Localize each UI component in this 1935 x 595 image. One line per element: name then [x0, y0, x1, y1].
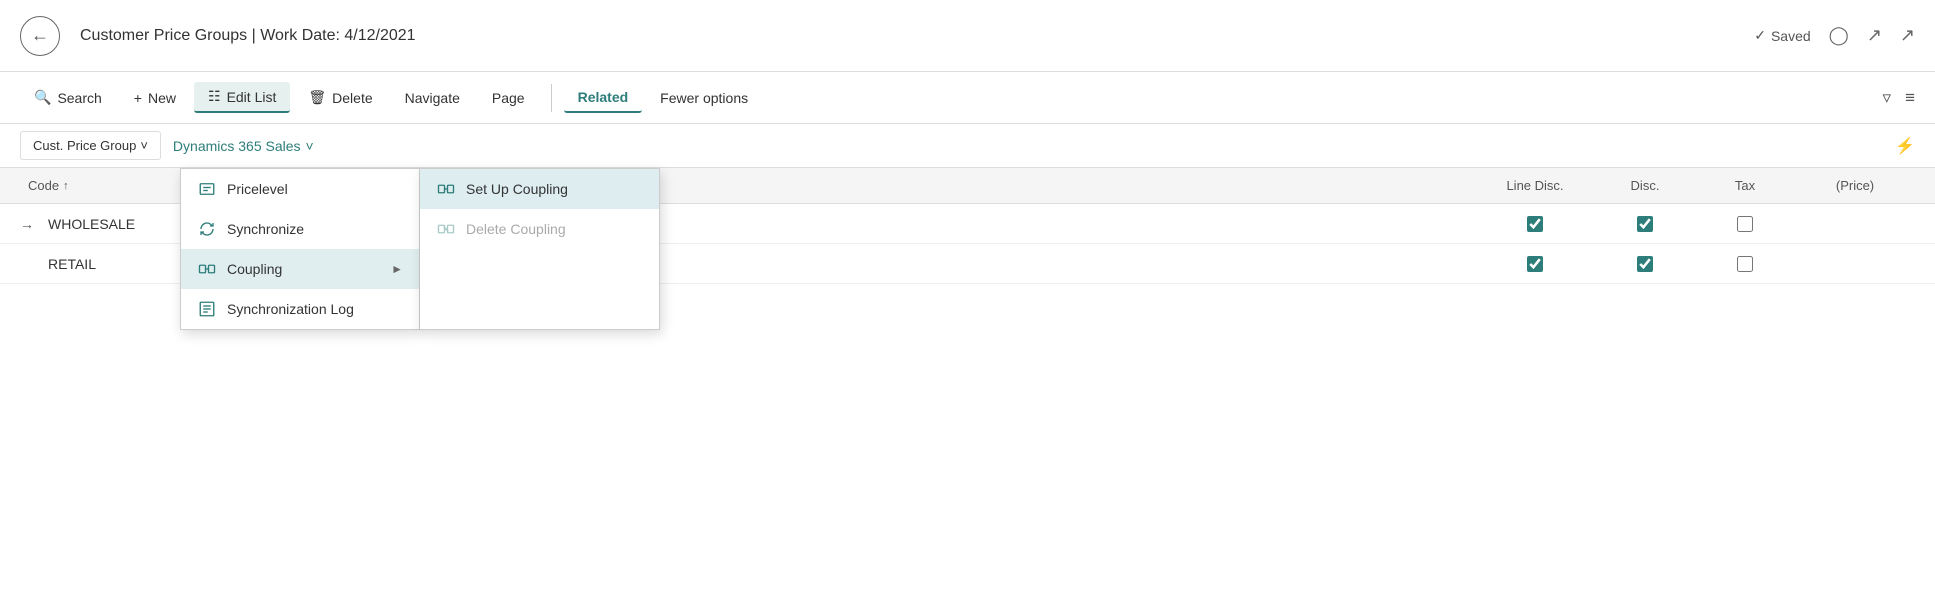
disc-check-2[interactable] — [1637, 256, 1653, 272]
submenu: Set Up Coupling Delete Coupling — [420, 168, 660, 330]
toolbar-separator — [551, 84, 552, 112]
saved-label: Saved — [1771, 28, 1811, 44]
col-linedisc-label: Line Disc. — [1506, 178, 1563, 193]
new-button[interactable]: + New — [120, 84, 190, 112]
dropdown-container: Pricelevel Synchronize Coupling ► — [180, 168, 660, 330]
col-header-tax: Tax — [1695, 178, 1795, 193]
header-actions: ✓ Saved ◯ ↗ ↗ — [1754, 25, 1915, 46]
coupling-label: Coupling — [227, 261, 282, 277]
check-icon: ✓ — [1754, 27, 1766, 44]
pricelevel-icon — [197, 179, 217, 199]
delete-coupling-icon — [436, 219, 456, 239]
dynamics-label: Dynamics 365 Sales — [173, 138, 301, 154]
delete-button[interactable]: 🗑 Delete — [294, 83, 386, 112]
col-price-label: (Price) — [1836, 178, 1874, 193]
fewer-options-label: Fewer options — [660, 90, 748, 106]
related-button[interactable]: Related — [564, 83, 643, 113]
disc-check-1[interactable] — [1637, 216, 1653, 232]
col-header-disc: Disc. — [1595, 178, 1695, 193]
coupling-item[interactable]: Coupling ► — [181, 249, 419, 289]
navigate-button[interactable]: Navigate — [391, 84, 474, 112]
delete-label: Delete — [332, 90, 372, 106]
list-icon-button[interactable]: ≡ — [1905, 88, 1915, 108]
synchronize-item[interactable]: Synchronize — [181, 209, 419, 249]
page-button[interactable]: Page — [478, 84, 539, 112]
coupling-icon — [197, 259, 217, 279]
row-disc-checkbox[interactable] — [1595, 216, 1695, 232]
edit-list-label: Edit List — [227, 89, 277, 105]
back-button[interactable]: ← — [20, 16, 60, 56]
pricelevel-label: Pricelevel — [227, 181, 288, 197]
setup-coupling-icon — [436, 179, 456, 199]
related-label: Related — [578, 89, 629, 105]
sync-log-icon — [197, 299, 217, 319]
search-button[interactable]: 🔍 Search — [20, 83, 116, 112]
page-title: Customer Price Groups | Work Date: 4/12/… — [80, 27, 1754, 45]
expand-button[interactable]: ↗ — [1900, 25, 1915, 46]
col-header-linedisc: Line Disc. — [1475, 178, 1595, 193]
edit-list-button[interactable]: ☷ Edit List — [194, 82, 290, 113]
synchronize-icon — [197, 219, 217, 239]
search-icon: 🔍 — [34, 89, 51, 106]
tax-check-2[interactable] — [1737, 256, 1753, 272]
navigate-label: Navigate — [405, 90, 460, 106]
main-dropdown: Pricelevel Synchronize Coupling ► — [180, 168, 420, 330]
pricelevel-item[interactable]: Pricelevel — [181, 169, 419, 209]
chevron-down-icon-2: ˅ — [306, 138, 314, 154]
bookmark-button[interactable]: ◯ — [1829, 25, 1849, 46]
col-code-label: Code — [28, 178, 59, 193]
setup-coupling-item[interactable]: Set Up Coupling — [420, 169, 659, 209]
filter-icon-button[interactable]: ▿ — [1883, 88, 1892, 108]
synchronize-label: Synchronize — [227, 221, 304, 237]
header: ← Customer Price Groups | Work Date: 4/1… — [0, 0, 1935, 72]
dynamics-365-sales-dropdown[interactable]: Dynamics 365 Sales ˅ — [161, 132, 326, 160]
col-headers-bar: Cust. Price Group ˅ Dynamics 365 Sales ˅… — [0, 124, 1935, 168]
col-disc-label: Disc. — [1631, 178, 1660, 193]
tax-check-1[interactable] — [1737, 216, 1753, 232]
sync-log-label: Synchronization Log — [227, 301, 354, 317]
linedisc-check-2[interactable] — [1527, 256, 1543, 272]
page-label: Page — [492, 90, 525, 106]
cust-price-group-dropdown[interactable]: Cust. Price Group ˅ — [20, 131, 161, 160]
new-label: New — [148, 90, 176, 106]
delete-icon: 🗑 — [308, 89, 326, 106]
row-arrow: → — [20, 216, 40, 232]
row-linedisc-checkbox-2[interactable] — [1475, 256, 1595, 272]
saved-status: ✓ Saved — [1754, 27, 1810, 44]
delete-coupling-label: Delete Coupling — [466, 221, 566, 237]
fewer-options-button[interactable]: Fewer options — [646, 84, 762, 112]
row-tax-checkbox-2[interactable] — [1695, 256, 1795, 272]
setup-coupling-label: Set Up Coupling — [466, 181, 568, 197]
plus-icon: + — [134, 90, 142, 106]
chevron-down-icon: ˅ — [140, 138, 148, 153]
col-tax-label: Tax — [1735, 178, 1755, 193]
linedisc-check-1[interactable] — [1527, 216, 1543, 232]
submenu-arrow-icon: ► — [391, 262, 403, 276]
back-icon: ← — [31, 25, 49, 46]
edit-list-icon: ☷ — [208, 88, 221, 105]
delete-coupling-item[interactable]: Delete Coupling — [420, 209, 659, 249]
toolbar: 🔍 Search + New ☷ Edit List 🗑 Delete Navi… — [0, 72, 1935, 124]
sort-up-icon: ↑ — [63, 180, 69, 192]
row-disc-checkbox-2[interactable] — [1595, 256, 1695, 272]
pin-icon[interactable]: ⚡ — [1895, 136, 1915, 156]
toolbar-right-icons: ▿ ≡ — [1883, 88, 1915, 108]
cust-price-group-label: Cust. Price Group — [33, 138, 136, 153]
row-tax-checkbox[interactable] — [1695, 216, 1795, 232]
col-header-price: (Price) — [1795, 178, 1915, 193]
search-label: Search — [57, 90, 101, 106]
share-button[interactable]: ↗ — [1867, 25, 1882, 46]
sync-log-item[interactable]: Synchronization Log — [181, 289, 419, 329]
row-linedisc-checkbox[interactable] — [1475, 216, 1595, 232]
